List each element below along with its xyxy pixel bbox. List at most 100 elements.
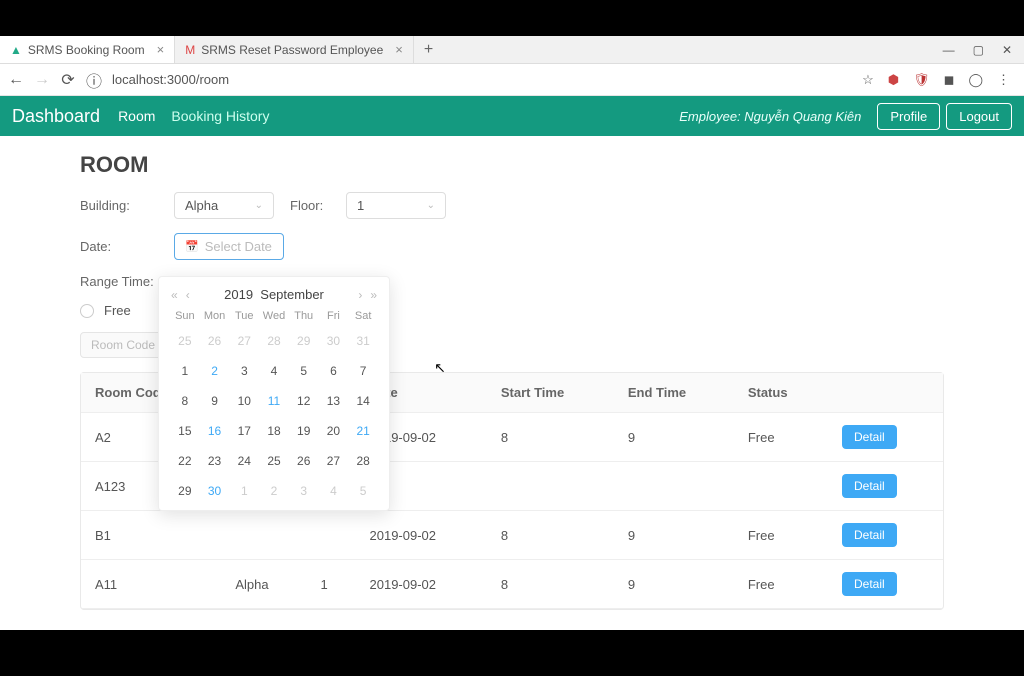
calendar-day[interactable]: 3 [230, 360, 258, 382]
calendar-day[interactable]: 15 [171, 420, 199, 442]
calendar-day[interactable]: 28 [260, 330, 288, 352]
info-icon[interactable]: ⓘ [86, 68, 102, 92]
reload-icon[interactable]: ⟳ [60, 70, 76, 90]
calendar-day[interactable]: 27 [230, 330, 258, 352]
calendar-day[interactable]: 5 [349, 480, 377, 502]
calendar-day[interactable]: 2 [260, 480, 288, 502]
detail-button[interactable]: Detail [842, 474, 897, 498]
calendar-day[interactable]: 9 [201, 390, 229, 412]
date-placeholder: Select Date [205, 239, 272, 254]
calendar-day[interactable]: 5 [290, 360, 318, 382]
calendar-day[interactable]: 14 [349, 390, 377, 412]
cursor-icon: ↖ [434, 360, 446, 377]
calendar-icon: 📅 [185, 240, 199, 253]
profile-button[interactable]: Profile [877, 103, 940, 130]
browser-tab[interactable]: M SRMS Reset Password Employee × [175, 36, 414, 63]
table-cell: 9 [614, 511, 734, 560]
calendar-month[interactable]: September [260, 287, 324, 302]
calendar-day[interactable]: 27 [320, 450, 348, 472]
calendar-day[interactable]: 7 [349, 360, 377, 382]
tab-favicon: ▲ [10, 43, 22, 57]
extension-icon[interactable]: ⬢ [888, 72, 899, 88]
minimize-icon[interactable]: — [943, 43, 955, 57]
calendar-day[interactable]: 26 [290, 450, 318, 472]
calendar-day[interactable]: 31 [349, 330, 377, 352]
back-icon[interactable]: ← [8, 71, 24, 89]
calendar-day[interactable]: 25 [260, 450, 288, 472]
browser-tab[interactable]: ▲ SRMS Booking Room × [0, 36, 175, 63]
prev-month-icon[interactable]: ‹ [186, 288, 190, 302]
calendar-day[interactable]: 17 [230, 420, 258, 442]
close-icon[interactable]: × [157, 42, 165, 57]
close-window-icon[interactable]: ✕ [1002, 43, 1012, 57]
calendar-day[interactable]: 30 [320, 330, 348, 352]
table-header: Start Time [487, 373, 614, 413]
calendar-day[interactable]: 26 [201, 330, 229, 352]
calendar-day[interactable]: 10 [230, 390, 258, 412]
calendar-day[interactable]: 4 [260, 360, 288, 382]
nav-booking-history[interactable]: Booking History [171, 108, 269, 124]
extension-icon[interactable]: ◼ [944, 72, 955, 88]
calendar-day[interactable]: 30 [201, 480, 229, 502]
calendar-day[interactable]: 8 [171, 390, 199, 412]
detail-button[interactable]: Detail [842, 523, 897, 547]
table-cell [487, 462, 614, 511]
calendar-day[interactable]: 24 [230, 450, 258, 472]
table-cell: 9 [614, 560, 734, 609]
table-cell [221, 511, 306, 560]
calendar-dow: Wed [260, 310, 288, 322]
calendar-day[interactable]: 29 [290, 330, 318, 352]
calendar-day[interactable]: 22 [171, 450, 199, 472]
floor-label: Floor: [290, 198, 330, 213]
profile-icon[interactable]: ◯ [968, 72, 983, 88]
calendar-year[interactable]: 2019 [224, 287, 253, 302]
maximize-icon[interactable]: ▢ [973, 43, 984, 57]
calendar-day[interactable]: 25 [171, 330, 199, 352]
calendar-day[interactable]: 18 [260, 420, 288, 442]
detail-button[interactable]: Detail [842, 425, 897, 449]
calendar-day[interactable]: 21 [349, 420, 377, 442]
calendar-day[interactable]: 20 [320, 420, 348, 442]
menu-icon[interactable]: ⋮ [997, 72, 1010, 88]
floor-value: 1 [357, 198, 364, 213]
building-value: Alpha [185, 198, 218, 213]
calendar-day[interactable]: 23 [201, 450, 229, 472]
room-code-button[interactable]: Room Code [80, 332, 166, 358]
calendar-day[interactable]: 16 [201, 420, 229, 442]
table-cell [734, 462, 828, 511]
detail-button[interactable]: Detail [842, 572, 897, 596]
calendar-day[interactable]: 11 [260, 390, 288, 412]
calendar-day[interactable]: 1 [230, 480, 258, 502]
next-month-icon[interactable]: › [358, 288, 362, 302]
calendar-day[interactable]: 6 [320, 360, 348, 382]
calendar-day[interactable]: 4 [320, 480, 348, 502]
free-radio[interactable] [80, 304, 94, 318]
nav-room[interactable]: Room [118, 108, 155, 124]
extension-icon[interactable]: 🛡 [913, 72, 930, 88]
date-input[interactable]: 📅 Select Date [174, 233, 284, 260]
table-cell: Free [734, 560, 828, 609]
forward-icon[interactable]: → [34, 71, 50, 89]
calendar-day[interactable]: 2 [201, 360, 229, 382]
building-label: Building: [80, 198, 158, 213]
url-field[interactable]: localhost:3000/room [112, 72, 852, 87]
calendar-day[interactable]: 13 [320, 390, 348, 412]
calendar-day[interactable]: 12 [290, 390, 318, 412]
building-select[interactable]: Alpha ⌄ [174, 192, 274, 219]
close-icon[interactable]: × [395, 42, 403, 57]
chevron-down-icon: ⌄ [427, 200, 435, 211]
calendar-day[interactable]: 3 [290, 480, 318, 502]
calendar-day[interactable]: 19 [290, 420, 318, 442]
calendar-day[interactable]: 28 [349, 450, 377, 472]
calendar-day[interactable]: 1 [171, 360, 199, 382]
brand[interactable]: Dashboard [12, 106, 100, 127]
chevron-down-icon: ⌄ [255, 200, 263, 211]
table-cell [614, 462, 734, 511]
next-year-icon[interactable]: » [370, 288, 377, 302]
new-tab-button[interactable]: + [414, 41, 443, 59]
floor-select[interactable]: 1 ⌄ [346, 192, 446, 219]
prev-year-icon[interactable]: « [171, 288, 178, 302]
star-icon[interactable]: ☆ [862, 72, 874, 88]
calendar-day[interactable]: 29 [171, 480, 199, 502]
logout-button[interactable]: Logout [946, 103, 1012, 130]
